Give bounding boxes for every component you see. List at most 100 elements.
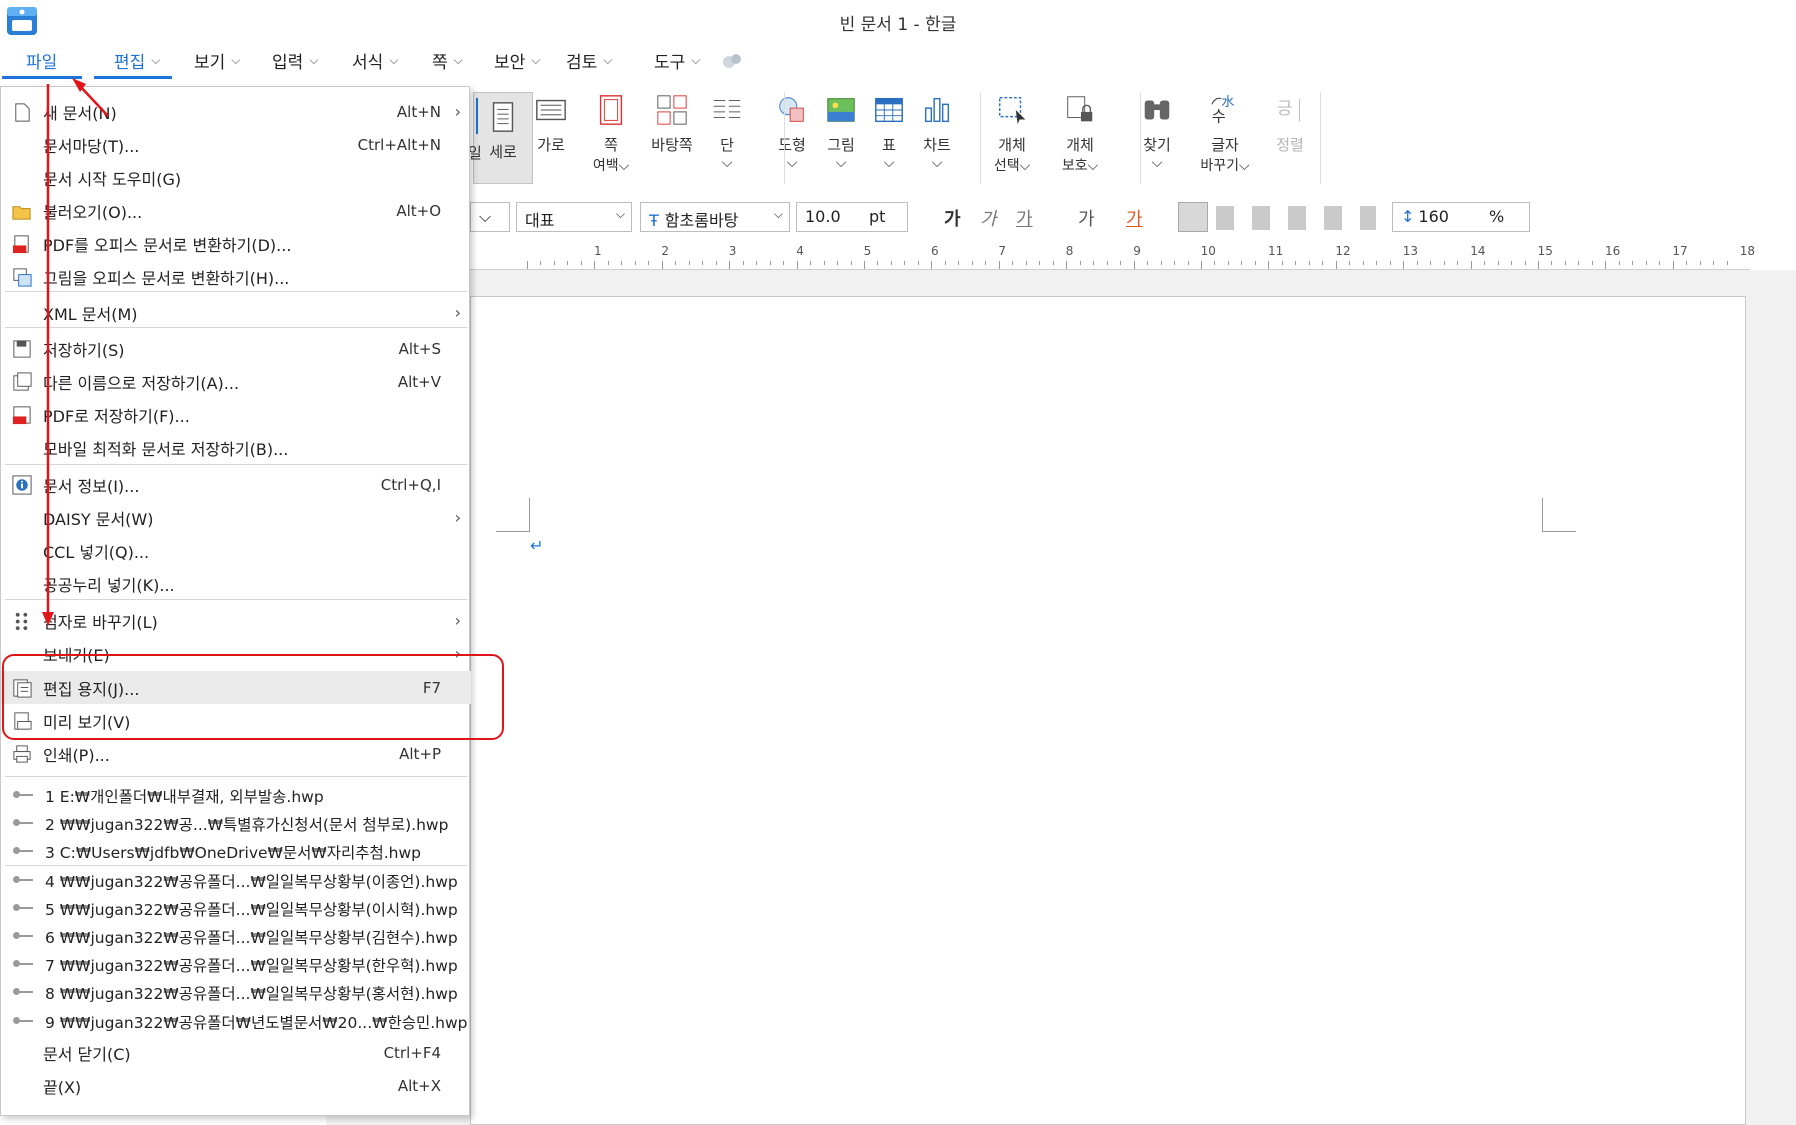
recent-file-item[interactable]: 1 E:₩개인폴더₩내부결재, 외부발송.hwp bbox=[1, 781, 471, 809]
font-size-input[interactable]: 10.0 pt bbox=[796, 202, 908, 232]
menu-tab-3[interactable]: 입력 ⌵ bbox=[272, 48, 318, 73]
menu-tab-label: 입력 bbox=[272, 53, 304, 73]
ruler-tick bbox=[1093, 261, 1095, 265]
recent-file-label: 3 C:₩Users₩jdfb₩OneDrive₩문서₩자리추첨.hwp bbox=[45, 844, 422, 863]
menu-tab-7[interactable]: 검토 ⌵ bbox=[566, 48, 612, 73]
menu-tab-2[interactable]: 보기 ⌵ bbox=[194, 48, 240, 73]
ruler-tick bbox=[890, 261, 892, 265]
margin-corner-left bbox=[496, 498, 530, 532]
recent-file-item[interactable]: 7 ₩₩jugan322₩공유폴더...₩일일복무상황부(한우혁).hwp bbox=[1, 950, 471, 978]
ruler-number: 10 bbox=[1200, 244, 1216, 258]
recent-file-label: 2 ₩₩jugan322₩공...₩특별휴가신청서(문서 첨부로).hwp bbox=[45, 816, 449, 835]
pin-icon[interactable] bbox=[13, 847, 33, 855]
landscape-icon bbox=[536, 99, 566, 121]
pin-icon[interactable] bbox=[13, 791, 33, 798]
pin-icon[interactable] bbox=[13, 988, 33, 996]
font-color-button[interactable]: 가 bbox=[1126, 205, 1143, 231]
ruler-tick bbox=[1591, 261, 1593, 265]
file-menu-item-shortcut: Alt+P bbox=[399, 744, 441, 763]
ribbon-button-columns[interactable]: 단 ⌵ bbox=[697, 92, 757, 171]
ruler-tick bbox=[661, 261, 663, 269]
settings-shortcut-icon[interactable] bbox=[720, 50, 744, 74]
file-menu-item-19[interactable]: 인쇄(P)... Alt+P bbox=[1, 737, 471, 770]
ribbon-button-sort[interactable]: 긍정렬 bbox=[1260, 92, 1320, 155]
horizontal-ruler: 1 2 3 4 5 6 7 8 9 10 11 12 13 14 15 16 17 18 bbox=[470, 242, 1755, 270]
menu-tab-4[interactable]: 서식 ⌵ bbox=[352, 48, 398, 73]
ruler-number: 12 bbox=[1335, 244, 1351, 258]
replace-icon: 수水 bbox=[1211, 94, 1234, 125]
ruler-tick bbox=[837, 261, 839, 265]
style-select-left[interactable]: ⌵ bbox=[470, 202, 510, 232]
font-size-unit: pt bbox=[869, 207, 886, 226]
file-menu-separator bbox=[5, 776, 467, 777]
strike-button[interactable]: 가 bbox=[1078, 205, 1095, 231]
ruler-tick bbox=[567, 261, 569, 265]
svg-text:긍: 긍 bbox=[1277, 99, 1293, 119]
recent-file-item[interactable]: 3 C:₩Users₩jdfb₩OneDrive₩문서₩자리추첨.hwp bbox=[1, 837, 471, 865]
recent-file-label: 9 ₩₩jugan322₩공유폴더₩년도별문서₩20...₩한승민.hwp bbox=[45, 1013, 468, 1032]
recent-file-item[interactable]: 9 ₩₩jugan322₩공유폴더₩년도별문서₩20...₩한승민.hwp bbox=[1, 1007, 471, 1035]
recent-file-item[interactable]: 5 ₩₩jugan322₩공유폴더...₩일일복무상황부(이시혁).hwp bbox=[1, 894, 471, 922]
ribbon-button-landscape[interactable]: 가로 bbox=[521, 92, 581, 155]
menu-tab-8[interactable]: 도구 ⌵ bbox=[654, 48, 700, 73]
pin-icon[interactable] bbox=[13, 819, 33, 827]
ruler-tick bbox=[810, 261, 812, 265]
ruler-tick bbox=[1605, 261, 1607, 269]
document-page[interactable] bbox=[470, 296, 1746, 1125]
close-document-item[interactable]: 문서 닫기(C) Ctrl+F4 bbox=[1, 1036, 471, 1069]
sort-icon: 긍 bbox=[1277, 98, 1300, 122]
ruler-tick bbox=[675, 261, 677, 265]
ribbon-button-chart[interactable]: 차트 ⌵ bbox=[907, 92, 967, 171]
file-menu-item-shortcut: Alt+S bbox=[398, 339, 441, 358]
ruler-tick bbox=[1564, 261, 1566, 265]
style-select[interactable]: 대표 ⌵ bbox=[516, 202, 632, 232]
ribbon-button-label: 쪽 bbox=[604, 136, 618, 154]
menu-tab-5[interactable]: 쪽 ⌵ bbox=[432, 48, 463, 73]
underline-button[interactable]: 가 bbox=[1016, 205, 1033, 231]
recent-file-label: 8 ₩₩jugan322₩공유폴더...₩일일복무상황부(홍서현).hwp bbox=[45, 985, 458, 1004]
font-type-icon: Ŧ bbox=[649, 211, 659, 230]
recent-file-item[interactable]: 4 ₩₩jugan322₩공유폴더...₩일일복무상황부(이종언).hwp bbox=[1, 866, 471, 894]
ruler-number: 3 bbox=[728, 244, 737, 258]
bold-button[interactable]: 가 bbox=[944, 205, 961, 231]
ruler-tick bbox=[702, 261, 704, 265]
pin-icon[interactable] bbox=[13, 1016, 33, 1024]
ribbon-button-object-protect[interactable]: 개체 보호⌵ bbox=[1050, 92, 1110, 175]
align-justify-button[interactable] bbox=[1178, 202, 1208, 232]
menu-tab-label: 도구 bbox=[654, 53, 686, 73]
ribbon-button-find[interactable]: 찾기 ⌵ bbox=[1127, 92, 1187, 171]
recent-file-label: 1 E:₩개인폴더₩내부결재, 외부발송.hwp bbox=[45, 788, 324, 806]
pin-icon[interactable] bbox=[13, 960, 33, 968]
ruler-tick bbox=[634, 261, 636, 265]
ribbon-button-label: 정렬 bbox=[1276, 136, 1304, 154]
page-margin-icon bbox=[599, 95, 623, 125]
line-spacing-input[interactable]: ↕ 160% bbox=[1392, 202, 1530, 232]
ruler-tick bbox=[1362, 261, 1364, 265]
annotation-highlight-box bbox=[2, 654, 504, 740]
pin-icon[interactable] bbox=[13, 903, 33, 911]
recent-file-item[interactable]: 2 ₩₩jugan322₩공...₩특별휴가신청서(문서 첨부로).hwp bbox=[1, 809, 471, 837]
ribbon-button-replace[interactable]: 수 水 글자 바꾸기⌵ bbox=[1195, 92, 1255, 175]
recent-file-item[interactable]: 8 ₩₩jugan322₩공유폴더...₩일일복무상황부(홍서현).hwp bbox=[1, 978, 471, 1006]
pin-icon[interactable] bbox=[13, 875, 33, 883]
exit-item[interactable]: 끝(X) Alt+X bbox=[1, 1069, 471, 1102]
ruler-number: 1 bbox=[594, 244, 602, 258]
font-select[interactable]: Ŧ 함초롬바탕 ⌵ bbox=[640, 202, 790, 232]
italic-button[interactable]: 가 bbox=[980, 205, 997, 231]
ribbon-button-sublabel: 선택⌵ bbox=[993, 158, 1031, 174]
ribbon-button-label: 단 bbox=[720, 136, 734, 154]
ribbon-button-object-select[interactable]: 개체 선택⌵ bbox=[982, 92, 1042, 175]
ribbon-button-sublabel: ⌵ bbox=[721, 155, 733, 171]
recent-file-item[interactable]: 6 ₩₩jugan322₩공유폴더...₩일일복무상황부(김현수).hwp bbox=[1, 922, 471, 950]
ribbon-button-master-page[interactable]: 바탕쪽 bbox=[642, 92, 702, 155]
portrait-icon bbox=[492, 102, 514, 132]
menu-tab-label: 서식 bbox=[352, 53, 384, 73]
pin-icon[interactable] bbox=[13, 932, 33, 939]
print-icon bbox=[13, 744, 31, 763]
ruler-tick bbox=[1389, 261, 1391, 265]
menu-tab-6[interactable]: 보안 ⌵ bbox=[494, 48, 540, 73]
ruler-tick bbox=[1295, 261, 1297, 265]
ruler-number: 16 bbox=[1605, 244, 1621, 258]
ruler-tick bbox=[594, 261, 596, 269]
ribbon-button-page-margin[interactable]: 쪽 여백⌵ bbox=[581, 92, 641, 175]
